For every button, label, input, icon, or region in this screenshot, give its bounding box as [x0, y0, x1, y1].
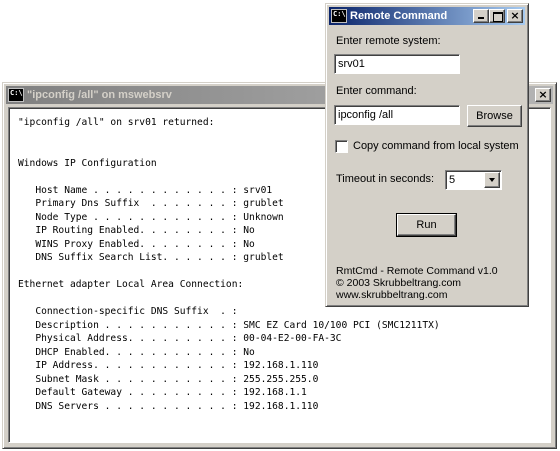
remote-system-input[interactable]: srv01 [334, 54, 460, 74]
command-label: Enter command: [336, 85, 417, 97]
browse-button[interactable]: Browse [467, 105, 522, 127]
about-line: www.skrubbeltrang.com [336, 289, 448, 301]
console-icon[interactable]: C:\ [8, 88, 24, 102]
about-line: © 2003 Skrubbeltrang.com [336, 277, 462, 289]
maximize-icon[interactable] [489, 9, 505, 23]
command-input[interactable]: ipconfig /all [334, 105, 460, 125]
close-icon[interactable]: × [535, 88, 551, 102]
console-window-title: "ipconfig /all" on mswebsrv [27, 89, 172, 101]
remote-title-bar[interactable]: C:\ Remote Command × [329, 7, 525, 25]
timeout-select[interactable]: 5 [445, 170, 502, 190]
chevron-down-icon[interactable] [484, 172, 500, 188]
remote-command-window: C:\ Remote Command × Enter remote system… [325, 3, 529, 307]
about-line: RmtCmd - Remote Command v1.0 [336, 265, 498, 277]
close-icon[interactable]: × [507, 9, 523, 23]
copy-command-checkbox[interactable] [335, 140, 348, 153]
timeout-label: Timeout in seconds: [336, 173, 435, 185]
timeout-value: 5 [449, 174, 456, 186]
remote-window-title: Remote Command [350, 10, 448, 22]
minimize-icon[interactable] [473, 9, 489, 23]
remote-system-label: Enter remote system: [336, 35, 441, 47]
about-text: RmtCmd - Remote Command v1.0 © 2003 Skru… [336, 265, 498, 301]
run-button[interactable]: Run [396, 213, 457, 237]
copy-command-label: Copy command from local system [353, 140, 519, 152]
console-icon[interactable]: C:\ [331, 9, 347, 23]
